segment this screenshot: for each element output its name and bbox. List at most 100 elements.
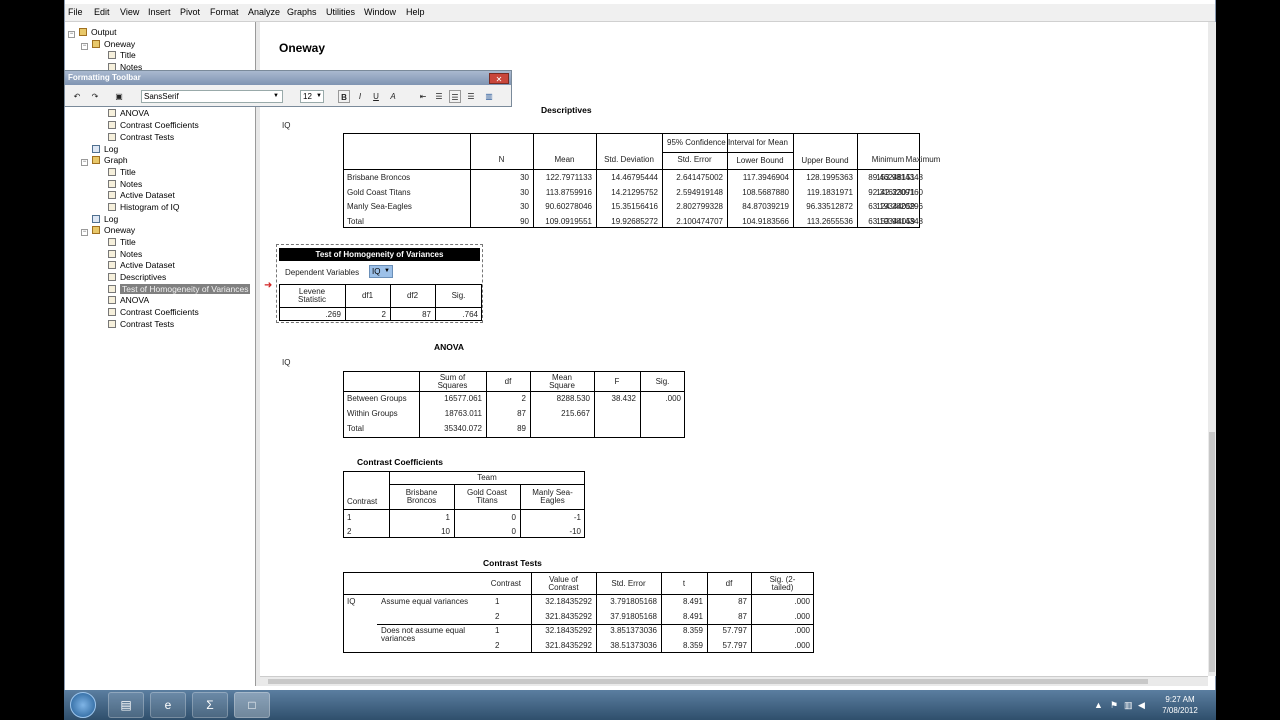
horizontal-scroll-thumb[interactable] — [268, 679, 1148, 684]
vertical-scrollbar[interactable] — [1208, 22, 1216, 676]
tree-item[interactable]: − Graph — [81, 155, 128, 166]
close-icon[interactable]: ✕ — [489, 73, 509, 84]
data-cell: 117.3946904 — [742, 173, 789, 182]
tree-item[interactable]: − Output — [68, 27, 117, 38]
column-header: df — [504, 376, 512, 386]
align-cell-icon[interactable]: ⇤ — [417, 90, 429, 103]
tree-item[interactable]: Log — [81, 144, 118, 155]
menu-insert[interactable]: Insert — [148, 7, 171, 17]
tree-item[interactable]: Active Dataset — [97, 260, 175, 271]
row-label: IQ — [347, 597, 356, 606]
tree-item[interactable]: Contrast Tests — [97, 319, 174, 330]
align-left-icon[interactable]: ☰ — [433, 90, 445, 103]
section-label: Does not assume equal variances — [381, 626, 466, 643]
column-header: Sig. (2-tailed) — [769, 574, 796, 592]
column-header: df2 — [406, 291, 419, 300]
tree-item[interactable]: Histogram of IQ — [97, 202, 180, 213]
column-header: Levene Statistic — [297, 287, 326, 304]
menu-window[interactable]: Window — [364, 7, 396, 17]
tree-item[interactable]: Contrast Tests — [97, 132, 174, 143]
tree-item-label: Contrast Tests — [120, 132, 175, 142]
data-cell: 215.667 — [561, 409, 590, 418]
data-cell: .269 — [325, 309, 341, 319]
dependent-variable-dropdown[interactable]: IQ ▼ — [369, 265, 393, 278]
data-cell: -10 — [569, 527, 581, 536]
tree-item[interactable]: Title — [97, 50, 136, 61]
internet-explorer-icon[interactable]: e — [150, 692, 186, 718]
menu-help[interactable]: Help — [406, 7, 425, 17]
tree-item[interactable]: Test of Homogeneity of Variances — [97, 284, 251, 295]
menu-file[interactable]: File — [68, 7, 83, 17]
outline-pane[interactable]: − Output − Oneway Title Notes ANOVA Contrast Co… — [65, 22, 256, 686]
spss-icon[interactable]: Σ — [192, 692, 228, 718]
tree-item-label: Notes — [120, 179, 143, 189]
collapse-toggle[interactable]: − — [81, 229, 88, 236]
tree-item[interactable]: Notes — [97, 179, 142, 190]
data-cell: 0 — [511, 527, 516, 536]
font-family-select[interactable]: SansSerif ▼ — [141, 90, 283, 103]
menu-view[interactable]: View — [120, 7, 139, 17]
data-cell: 3.851373036 — [610, 626, 657, 635]
data-cell: 2 — [381, 309, 386, 319]
data-cell: 38.51373036 — [610, 640, 657, 650]
menu-edit[interactable]: Edit — [94, 7, 110, 17]
homogeneity-selection-frame[interactable]: Test of Homogeneity of Variances Dependen… — [276, 244, 483, 323]
data-cell: 57.797 — [722, 640, 747, 650]
underline-button[interactable]: U — [370, 90, 382, 103]
tree-item[interactable]: Title — [97, 237, 136, 248]
data-cell: 10 — [441, 527, 450, 536]
data-cell: 87 — [738, 597, 747, 606]
tree-item[interactable]: − Oneway — [81, 39, 135, 50]
data-cell: 0 — [511, 513, 516, 522]
collapse-toggle[interactable]: − — [81, 159, 88, 166]
formatting-toolbar[interactable]: Formatting Toolbar ✕ ↶ ↷ ▣ SansSerif ▼ 12… — [64, 70, 512, 107]
menu-utilities[interactable]: Utilities — [326, 7, 355, 17]
menu-graphs[interactable]: Graphs — [287, 7, 317, 17]
pivot-icon[interactable]: ▣ — [113, 90, 125, 103]
align-right-icon[interactable]: ☰ — [465, 90, 477, 103]
tree-item[interactable]: Contrast Coefficients — [97, 120, 199, 131]
align-center-icon[interactable]: ☰ — [449, 90, 461, 103]
row-header: Contrast — [347, 496, 378, 506]
italic-button[interactable]: I — [354, 90, 366, 103]
volume-icon[interactable]: ◀ — [1138, 700, 1145, 711]
tree-item[interactable]: Log — [81, 214, 118, 225]
horizontal-scrollbar[interactable] — [260, 676, 1208, 686]
font-size-select[interactable]: 12 ▼ — [300, 90, 324, 103]
page-icon — [108, 273, 116, 281]
data-cell: .000 — [794, 626, 810, 635]
tree-item[interactable]: Contrast Coefficients — [97, 307, 199, 318]
page-icon — [108, 109, 116, 117]
menu-pivot[interactable]: Pivot — [180, 7, 200, 17]
tree-item-label: ANOVA — [120, 108, 150, 118]
undo-icon[interactable]: ↶ — [71, 90, 83, 103]
page-icon — [108, 261, 116, 269]
tree-item[interactable]: ANOVA — [97, 295, 149, 306]
window-icon[interactable]: □ — [234, 692, 270, 718]
chart-icon[interactable]: ▥ — [483, 90, 495, 103]
start-button[interactable] — [70, 692, 96, 718]
menu-analyze[interactable]: Analyze — [248, 7, 280, 17]
tree-item[interactable]: Descriptives — [97, 272, 166, 283]
flag-icon[interactable]: ⚑ — [1110, 700, 1118, 711]
explorer-icon[interactable]: ▤ — [108, 692, 144, 718]
tree-item[interactable]: Notes — [97, 249, 142, 260]
vertical-scroll-thumb[interactable] — [1209, 432, 1215, 672]
tree-item[interactable]: Active Dataset — [97, 190, 175, 201]
redo-icon[interactable]: ↷ — [89, 90, 101, 103]
collapse-toggle[interactable]: − — [68, 31, 75, 38]
bold-button[interactable]: B — [338, 90, 350, 103]
tree-item-label: Output — [91, 27, 117, 37]
collapse-toggle[interactable]: − — [81, 43, 88, 50]
show-hidden-icons-icon[interactable]: ▲ — [1094, 700, 1103, 710]
tree-item[interactable]: Title — [97, 167, 136, 178]
row-label: Total — [347, 424, 364, 433]
system-clock[interactable]: 9:27 AM 7/08/2012 — [1152, 694, 1208, 716]
menu-format[interactable]: Format — [210, 7, 239, 17]
tree-item[interactable]: ANOVA — [97, 108, 149, 119]
tree-item-label: Test of Homogeneity of Variances — [120, 284, 251, 294]
text-color-button[interactable]: A — [387, 90, 399, 103]
tree-item-label: Log — [104, 144, 119, 154]
tree-item[interactable]: − Oneway — [81, 225, 135, 236]
network-icon[interactable]: ▥ — [1124, 700, 1133, 711]
